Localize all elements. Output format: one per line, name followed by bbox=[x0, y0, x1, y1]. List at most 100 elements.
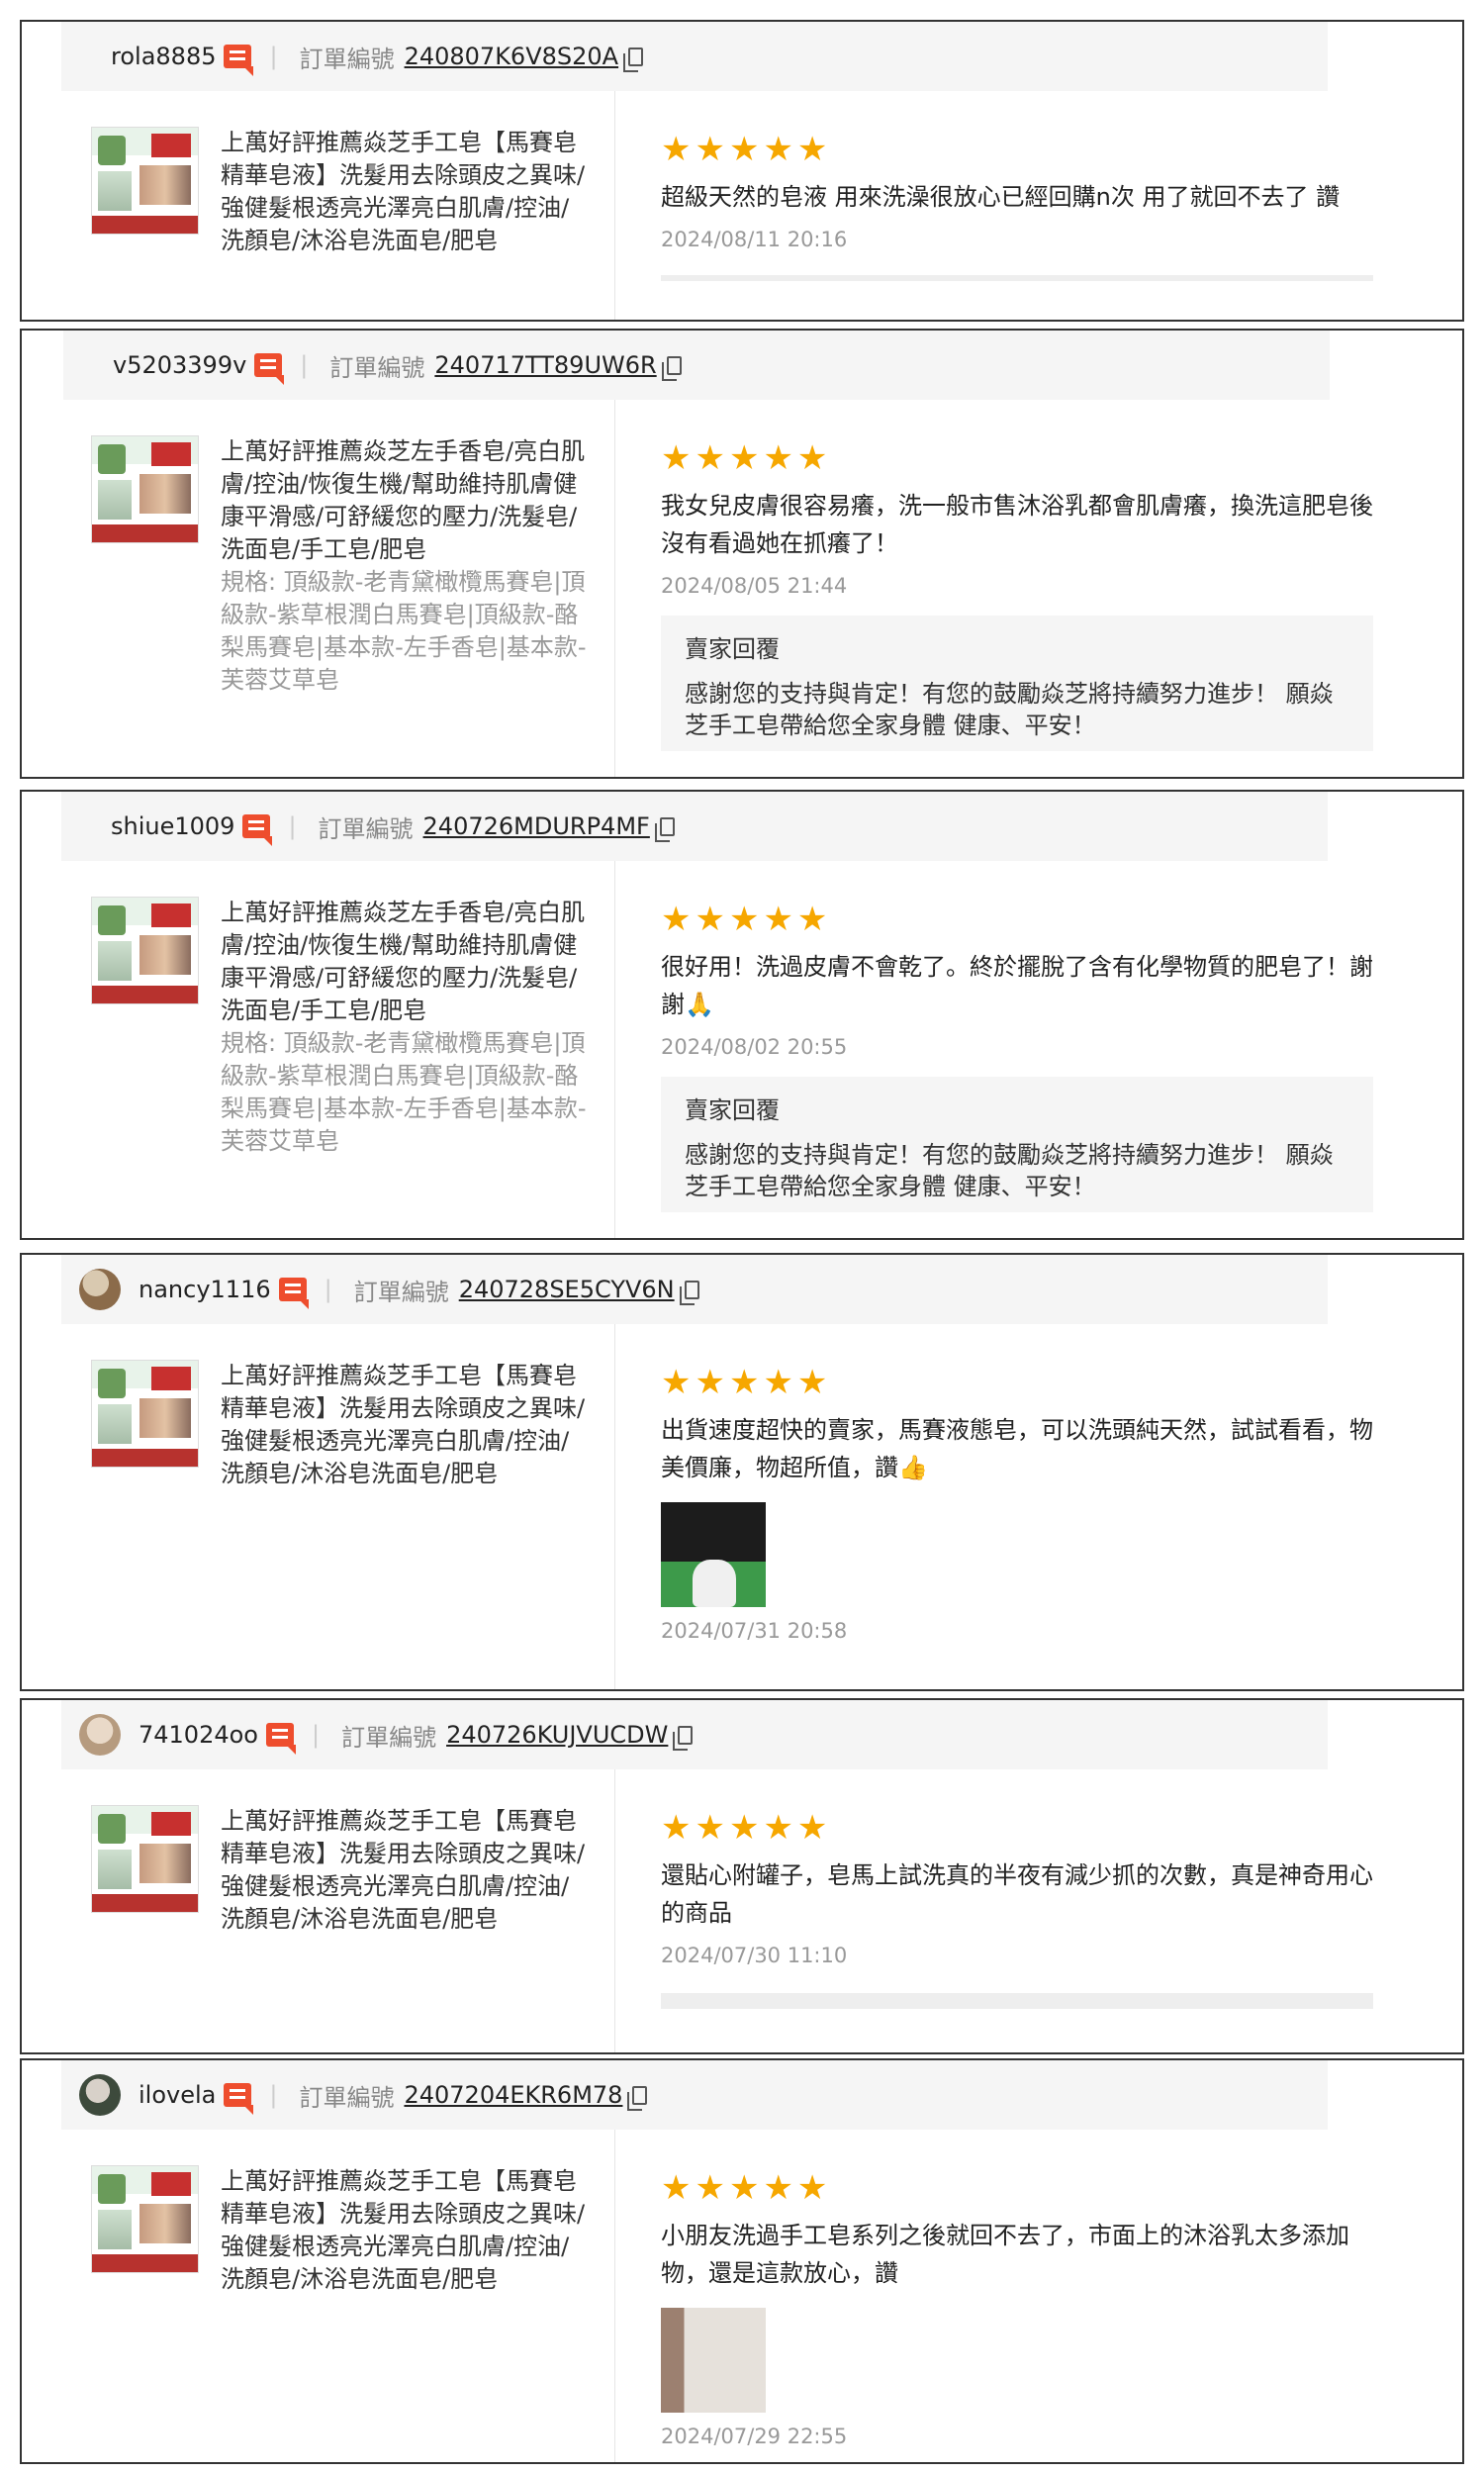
product-variant: 規格: 頂級款-老青黛橄欖馬賽皂|頂級款-紫草根潤白馬賽皂|頂級款-酪梨馬賽皂|… bbox=[221, 568, 587, 694]
username[interactable]: v5203399v bbox=[113, 351, 246, 379]
divider: | bbox=[269, 43, 278, 70]
product-title[interactable]: 上萬好評推薦焱芝手工皂【馬賽皂精華皂液】洗髮用去除頭皮之異味/強健髮根透亮光澤亮… bbox=[221, 1360, 587, 1490]
review-video-thumbnail[interactable] bbox=[661, 1502, 766, 1607]
product-title[interactable]: 上萬好評推薦焱芝左手香皂/亮白肌膚/控油/恢復生機/幫助維持肌膚健康平滑感/可舒… bbox=[221, 897, 587, 1027]
review-header: v5203399v | 訂單編號 240717TT89UW6R bbox=[63, 331, 1330, 400]
review-text: 很好用！洗過皮膚不會乾了。終於擺脫了含有化學物質的肥皂了！謝謝🙏 bbox=[661, 953, 1373, 1018]
username[interactable]: shiue1009 bbox=[111, 812, 234, 840]
avatar[interactable] bbox=[79, 1269, 121, 1310]
product-thumbnail[interactable] bbox=[91, 1805, 199, 1913]
review-text: 還貼心附罐子，皂馬上試洗真的半夜有減少抓的次數，真是神奇用心的商品 bbox=[661, 1861, 1373, 1927]
review-date: 2024/08/11 20:16 bbox=[661, 228, 848, 251]
order-label: 訂單編號 bbox=[341, 1723, 437, 1752]
product-thumbnail[interactable] bbox=[91, 127, 199, 235]
review-card: v5203399v | 訂單編號 240717TT89UW6R 上萬好評推薦焱芝… bbox=[20, 329, 1464, 779]
seller-reply: 賣家回覆 感謝您的支持與肯定！有您的鼓勵焱芝將持續努力進步！ 願焱芝手工皂帶給您… bbox=[661, 1077, 1373, 1212]
order-number-link[interactable]: 240728SE5CYV6N bbox=[459, 1276, 675, 1303]
review-date: 2024/07/31 20:58 bbox=[661, 1619, 848, 1643]
username[interactable]: rola8885 bbox=[111, 43, 216, 70]
order-number-link[interactable]: 240726KUJVUCDW bbox=[446, 1721, 668, 1749]
review-content: ★★★★★ 出貨速度超快的賣家，馬賽液態皂，可以洗頭純天然，試試看看，物美價廉，… bbox=[615, 1324, 1462, 1689]
product-info: 上萬好評推薦焱芝手工皂【馬賽皂精華皂液】洗髮用去除頭皮之異味/強健髮根透亮光澤亮… bbox=[91, 2130, 615, 2462]
chat-icon[interactable] bbox=[224, 45, 254, 76]
review-header: rola8885 | 訂單編號 240807K6V8S20A bbox=[61, 22, 1328, 91]
seller-reply-text: 感謝您的支持與肯定！有您的鼓勵焱芝將持續努力進步！ 願焱芝手工皂帶給您全家身體 … bbox=[685, 680, 1334, 739]
chat-icon[interactable] bbox=[278, 1278, 309, 1309]
review-content: ★★★★★ 我女兒皮膚很容易癢，洗一般市售沐浴乳都會肌膚癢，換洗這肥皂後沒有看過… bbox=[615, 400, 1462, 777]
product-info: 上萬好評推薦焱芝左手香皂/亮白肌膚/控油/恢復生機/幫助維持肌膚健康平滑感/可舒… bbox=[91, 400, 615, 777]
username[interactable]: nancy1116 bbox=[139, 1276, 271, 1303]
star-rating: ★★★★★ bbox=[661, 130, 832, 169]
order-label: 訂單編號 bbox=[353, 1278, 449, 1306]
chat-icon[interactable] bbox=[265, 1723, 296, 1755]
seller-reply-title: 賣家回覆 bbox=[685, 1096, 780, 1124]
order-number-link[interactable]: 240726MDURP4MF bbox=[423, 812, 650, 840]
review-date: 2024/08/02 20:55 bbox=[661, 1035, 848, 1059]
review-text: 超級天然的皂液 用來洗澡很放心已經回購n次 用了就回不去了 讚 bbox=[661, 183, 1341, 211]
username[interactable]: ilovela bbox=[139, 2081, 216, 2109]
star-rating: ★★★★★ bbox=[661, 1363, 832, 1402]
review-content: ★★★★★ 超級天然的皂液 用來洗澡很放心已經回購n次 用了就回不去了 讚 20… bbox=[615, 91, 1462, 320]
review-header: 741024oo | 訂單編號 240726KUJVUCDW bbox=[61, 1700, 1328, 1769]
product-thumbnail[interactable] bbox=[91, 2165, 199, 2273]
chat-icon[interactable] bbox=[242, 814, 273, 846]
divider: | bbox=[300, 351, 309, 379]
seller-reply-title: 賣家回覆 bbox=[685, 635, 780, 663]
review-card: shiue1009 | 訂單編號 240726MDURP4MF 上萬好評推薦焱芝… bbox=[20, 790, 1464, 1240]
seller-reply: 賣家回覆 感謝您的支持與肯定！有您的鼓勵焱芝將持續努力進步！ 願焱芝手工皂帶給您… bbox=[661, 616, 1373, 751]
order-number-link[interactable]: 240717TT89UW6R bbox=[434, 351, 656, 379]
divider bbox=[661, 275, 1373, 281]
product-thumbnail[interactable] bbox=[91, 435, 199, 543]
product-thumbnail[interactable] bbox=[91, 1360, 199, 1468]
review-date: 2024/07/30 11:10 bbox=[661, 1944, 848, 1967]
review-content: ★★★★★ 小朋友洗過手工皂系列之後就回不去了，市面上的沐浴乳太多添加物，還是這… bbox=[615, 2130, 1462, 2462]
copy-icon[interactable] bbox=[661, 355, 682, 381]
product-info: 上萬好評推薦焱芝手工皂【馬賽皂精華皂液】洗髮用去除頭皮之異味/強健髮根透亮光澤亮… bbox=[91, 1769, 615, 2052]
avatar[interactable] bbox=[79, 2074, 121, 2116]
review-card: rola8885 | 訂單編號 240807K6V8S20A 上萬好評推薦焱芝手… bbox=[20, 20, 1464, 322]
divider: | bbox=[288, 812, 297, 840]
review-date: 2024/07/29 22:55 bbox=[661, 2425, 848, 2448]
product-variant: 規格: 頂級款-老青黛橄欖馬賽皂|頂級款-紫草根潤白馬賽皂|頂級款-酪梨馬賽皂|… bbox=[221, 1029, 587, 1155]
review-content: ★★★★★ 很好用！洗過皮膚不會乾了。終於擺脫了含有化學物質的肥皂了！謝謝🙏 2… bbox=[615, 861, 1462, 1238]
chat-icon[interactable] bbox=[254, 353, 285, 385]
product-title[interactable]: 上萬好評推薦焱芝左手香皂/亮白肌膚/控油/恢復生機/幫助維持肌膚健康平滑感/可舒… bbox=[221, 435, 587, 566]
copy-icon[interactable] bbox=[627, 2085, 648, 2111]
order-number-link[interactable]: 240807K6V8S20A bbox=[405, 43, 619, 70]
star-rating: ★★★★★ bbox=[661, 438, 832, 478]
divider: | bbox=[324, 1276, 332, 1303]
seller-reply-text: 感謝您的支持與肯定！有您的鼓勵焱芝將持續努力進步！ 願焱芝手工皂帶給您全家身體 … bbox=[685, 1141, 1334, 1200]
review-header: nancy1116 | 訂單編號 240728SE5CYV6N bbox=[61, 1255, 1328, 1324]
review-header: ilovela | 訂單編號 2407204EKR6M78 bbox=[61, 2060, 1328, 2130]
order-label: 訂單編號 bbox=[299, 45, 395, 73]
product-thumbnail[interactable] bbox=[91, 897, 199, 1004]
order-label: 訂單編號 bbox=[318, 814, 414, 843]
review-header: shiue1009 | 訂單編號 240726MDURP4MF bbox=[61, 792, 1328, 861]
product-title[interactable]: 上萬好評推薦焱芝手工皂【馬賽皂精華皂液】洗髮用去除頭皮之異味/強健髮根透亮光澤亮… bbox=[221, 127, 587, 257]
product-info: 上萬好評推薦焱芝左手香皂/亮白肌膚/控油/恢復生機/幫助維持肌膚健康平滑感/可舒… bbox=[91, 861, 615, 1238]
review-text: 我女兒皮膚很容易癢，洗一般市售沐浴乳都會肌膚癢，換洗這肥皂後沒有看過她在抓癢了！ bbox=[661, 492, 1373, 557]
product-title[interactable]: 上萬好評推薦焱芝手工皂【馬賽皂精華皂液】洗髮用去除頭皮之異味/強健髮根透亮光澤亮… bbox=[221, 1805, 587, 1936]
review-content: ★★★★★ 還貼心附罐子，皂馬上試洗真的半夜有減少抓的次數，真是神奇用心的商品 … bbox=[615, 1769, 1462, 2052]
copy-icon[interactable] bbox=[654, 816, 675, 842]
order-label: 訂單編號 bbox=[299, 2083, 395, 2112]
review-photo-thumbnail[interactable] bbox=[661, 2308, 766, 2413]
order-label: 訂單編號 bbox=[329, 353, 425, 382]
copy-icon[interactable] bbox=[673, 1725, 694, 1751]
avatar[interactable] bbox=[79, 1714, 121, 1756]
copy-icon[interactable] bbox=[679, 1280, 699, 1305]
chat-icon[interactable] bbox=[224, 2083, 254, 2115]
review-card: ilovela | 訂單編號 2407204EKR6M78 上萬好評推薦焱芝手工… bbox=[20, 2058, 1464, 2464]
copy-icon[interactable] bbox=[623, 47, 644, 72]
review-date: 2024/08/05 21:44 bbox=[661, 574, 848, 598]
divider bbox=[661, 1993, 1373, 2009]
product-info: 上萬好評推薦焱芝手工皂【馬賽皂精華皂液】洗髮用去除頭皮之異味/強健髮根透亮光澤亮… bbox=[91, 91, 615, 320]
username[interactable]: 741024oo bbox=[139, 1721, 258, 1749]
review-text: 出貨速度超快的賣家，馬賽液態皂，可以洗頭純天然，試試看看，物美價廉，物超所值，讚… bbox=[661, 1416, 1373, 1481]
order-number-link[interactable]: 2407204EKR6M78 bbox=[404, 2081, 622, 2109]
product-title[interactable]: 上萬好評推薦焱芝手工皂【馬賽皂精華皂液】洗髮用去除頭皮之異味/強健髮根透亮光澤亮… bbox=[221, 2165, 587, 2296]
star-rating: ★★★★★ bbox=[661, 2168, 832, 2208]
star-rating: ★★★★★ bbox=[661, 900, 832, 939]
review-text: 小朋友洗過手工皂系列之後就回不去了，市面上的沐浴乳太多添加物，還是這款放心，讚 bbox=[661, 2222, 1349, 2287]
review-card: nancy1116 | 訂單編號 240728SE5CYV6N 上萬好評推薦焱芝… bbox=[20, 1253, 1464, 1691]
